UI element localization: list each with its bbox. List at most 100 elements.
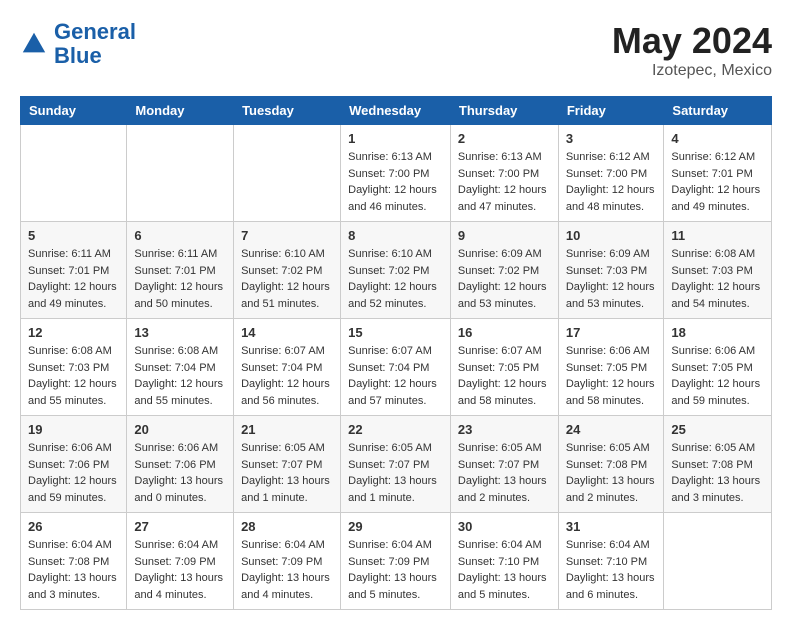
day-info: Sunrise: 6:04 AM Sunset: 7:09 PM Dayligh… (348, 537, 443, 603)
day-number: 26 (28, 519, 119, 534)
calendar-cell: 3Sunrise: 6:12 AM Sunset: 7:00 PM Daylig… (558, 125, 664, 222)
day-info: Sunrise: 6:04 AM Sunset: 7:08 PM Dayligh… (28, 537, 119, 603)
calendar-cell: 10 Sunrise: 6:09 AM Sunset: 7:03 PM Dayli… (558, 222, 664, 319)
calendar-cell: 22 Sunrise: 6:05 AM Sunset: 7:07 PM Dayli… (341, 416, 451, 513)
day-info: Sunrise: 6:05 AM Sunset: 7:07 PM Dayligh… (348, 440, 443, 506)
logo: General Blue (20, 20, 136, 68)
calendar-cell: 26 Sunrise: 6:04 AM Sunset: 7:08 PM Dayli… (21, 513, 127, 610)
calendar-cell: 8 Sunrise: 6:10 AM Sunset: 7:02 PM Daylig… (341, 222, 451, 319)
day-number: 27 (134, 519, 226, 534)
day-number: 23 (458, 422, 551, 437)
calendar-cell: 13 Sunrise: 6:08 AM Sunset: 7:04 PM Dayli… (127, 319, 234, 416)
calendar-cell: 15 Sunrise: 6:07 AM Sunset: 7:04 PM Dayli… (341, 319, 451, 416)
day-number: 8 (348, 228, 443, 243)
day-info: Sunrise: 6:11 AM Sunset: 7:01 PM Dayligh… (28, 246, 119, 312)
title-block: May 2024 Izotepec, Mexico (612, 20, 772, 80)
day-number: 14 (241, 325, 333, 340)
weekday-header: Thursday (450, 97, 558, 125)
logo-general: General (54, 19, 136, 44)
calendar-cell: 18Sunrise: 6:06 AM Sunset: 7:05 PM Dayli… (664, 319, 772, 416)
day-number: 13 (134, 325, 226, 340)
location: Izotepec, Mexico (612, 62, 772, 80)
day-number: 4 (671, 131, 764, 146)
calendar-cell: 14Sunrise: 6:07 AM Sunset: 7:04 PM Dayli… (234, 319, 341, 416)
day-info: Sunrise: 6:04 AM Sunset: 7:10 PM Dayligh… (458, 537, 551, 603)
calendar-cell: 1Sunrise: 6:13 AM Sunset: 7:00 PM Daylig… (341, 125, 451, 222)
calendar-week-row: 5 Sunrise: 6:11 AM Sunset: 7:01 PM Daylig… (21, 222, 772, 319)
calendar-week-row: 26 Sunrise: 6:04 AM Sunset: 7:08 PM Dayli… (21, 513, 772, 610)
day-number: 11 (671, 228, 764, 243)
calendar-table: SundayMondayTuesdayWednesdayThursdayFrid… (20, 96, 772, 610)
calendar-week-row: 1Sunrise: 6:13 AM Sunset: 7:00 PM Daylig… (21, 125, 772, 222)
day-info: Sunrise: 6:04 AM Sunset: 7:09 PM Dayligh… (134, 537, 226, 603)
day-number: 3 (566, 131, 657, 146)
calendar-cell: 27 Sunrise: 6:04 AM Sunset: 7:09 PM Dayli… (127, 513, 234, 610)
calendar-header-row: SundayMondayTuesdayWednesdayThursdayFrid… (21, 97, 772, 125)
calendar-cell: 11 Sunrise: 6:08 AM Sunset: 7:03 PM Dayli… (664, 222, 772, 319)
calendar-cell (234, 125, 341, 222)
calendar-cell (127, 125, 234, 222)
day-number: 10 (566, 228, 657, 243)
calendar-cell: 6Sunrise: 6:11 AM Sunset: 7:01 PM Daylig… (127, 222, 234, 319)
calendar-cell: 4 Sunrise: 6:12 AM Sunset: 7:01 PM Daylig… (664, 125, 772, 222)
calendar-week-row: 19 Sunrise: 6:06 AM Sunset: 7:06 PM Dayli… (21, 416, 772, 513)
day-number: 5 (28, 228, 119, 243)
day-number: 19 (28, 422, 119, 437)
calendar-cell (664, 513, 772, 610)
day-number: 16 (458, 325, 551, 340)
day-number: 28 (241, 519, 333, 534)
day-number: 7 (241, 228, 333, 243)
calendar-cell: 30 Sunrise: 6:04 AM Sunset: 7:10 PM Dayli… (450, 513, 558, 610)
day-number: 30 (458, 519, 551, 534)
day-info: Sunrise: 6:08 AM Sunset: 7:04 PM Dayligh… (134, 343, 226, 409)
day-info: Sunrise: 6:08 AM Sunset: 7:03 PM Dayligh… (671, 246, 764, 312)
day-info: Sunrise: 6:09 AM Sunset: 7:02 PM Dayligh… (458, 246, 551, 312)
calendar-cell: 23 Sunrise: 6:05 AM Sunset: 7:07 PM Dayli… (450, 416, 558, 513)
day-number: 18 (671, 325, 764, 340)
day-info: Sunrise: 6:05 AM Sunset: 7:08 PM Dayligh… (671, 440, 764, 506)
calendar-cell: 24 Sunrise: 6:05 AM Sunset: 7:08 PM Dayli… (558, 416, 664, 513)
calendar-cell: 25 Sunrise: 6:05 AM Sunset: 7:08 PM Dayli… (664, 416, 772, 513)
calendar-cell: 2Sunrise: 6:13 AM Sunset: 7:00 PM Daylig… (450, 125, 558, 222)
day-info: Sunrise: 6:05 AM Sunset: 7:07 PM Dayligh… (458, 440, 551, 506)
day-info: Sunrise: 6:06 AM Sunset: 7:06 PM Dayligh… (134, 440, 226, 506)
weekday-header: Saturday (664, 97, 772, 125)
weekday-header: Monday (127, 97, 234, 125)
calendar-cell: 20 Sunrise: 6:06 AM Sunset: 7:06 PM Dayli… (127, 416, 234, 513)
calendar-cell: 7Sunrise: 6:10 AM Sunset: 7:02 PM Daylig… (234, 222, 341, 319)
calendar-cell: 21 Sunrise: 6:05 AM Sunset: 7:07 PM Dayli… (234, 416, 341, 513)
day-number: 9 (458, 228, 551, 243)
weekday-header: Sunday (21, 97, 127, 125)
day-info: Sunrise: 6:08 AM Sunset: 7:03 PM Dayligh… (28, 343, 119, 409)
day-number: 20 (134, 422, 226, 437)
day-number: 25 (671, 422, 764, 437)
day-number: 29 (348, 519, 443, 534)
day-info: Sunrise: 6:07 AM Sunset: 7:04 PM Dayligh… (348, 343, 443, 409)
calendar-cell: 29 Sunrise: 6:04 AM Sunset: 7:09 PM Dayli… (341, 513, 451, 610)
logo-blue: Blue (54, 43, 102, 68)
day-info: Sunrise: 6:06 AM Sunset: 7:05 PM Dayligh… (566, 343, 657, 409)
day-info: Sunrise: 6:09 AM Sunset: 7:03 PM Dayligh… (566, 246, 657, 312)
day-number: 12 (28, 325, 119, 340)
day-number: 15 (348, 325, 443, 340)
month-title: May 2024 (612, 20, 772, 62)
calendar-week-row: 12 Sunrise: 6:08 AM Sunset: 7:03 PM Dayli… (21, 319, 772, 416)
calendar-cell: 19 Sunrise: 6:06 AM Sunset: 7:06 PM Dayli… (21, 416, 127, 513)
day-info: Sunrise: 6:10 AM Sunset: 7:02 PM Dayligh… (348, 246, 443, 312)
day-info: Sunrise: 6:04 AM Sunset: 7:10 PM Dayligh… (566, 537, 657, 603)
day-info: Sunrise: 6:13 AM Sunset: 7:00 PM Dayligh… (348, 149, 443, 215)
calendar-cell: 28Sunrise: 6:04 AM Sunset: 7:09 PM Dayli… (234, 513, 341, 610)
day-info: Sunrise: 6:12 AM Sunset: 7:01 PM Dayligh… (671, 149, 764, 215)
day-number: 21 (241, 422, 333, 437)
day-info: Sunrise: 6:05 AM Sunset: 7:08 PM Dayligh… (566, 440, 657, 506)
page-header: General Blue May 2024 Izotepec, Mexico (20, 20, 772, 80)
calendar-cell: 16Sunrise: 6:07 AM Sunset: 7:05 PM Dayli… (450, 319, 558, 416)
day-number: 22 (348, 422, 443, 437)
weekday-header: Friday (558, 97, 664, 125)
day-info: Sunrise: 6:05 AM Sunset: 7:07 PM Dayligh… (241, 440, 333, 506)
day-number: 2 (458, 131, 551, 146)
day-info: Sunrise: 6:06 AM Sunset: 7:06 PM Dayligh… (28, 440, 119, 506)
day-number: 31 (566, 519, 657, 534)
day-number: 24 (566, 422, 657, 437)
day-number: 6 (134, 228, 226, 243)
